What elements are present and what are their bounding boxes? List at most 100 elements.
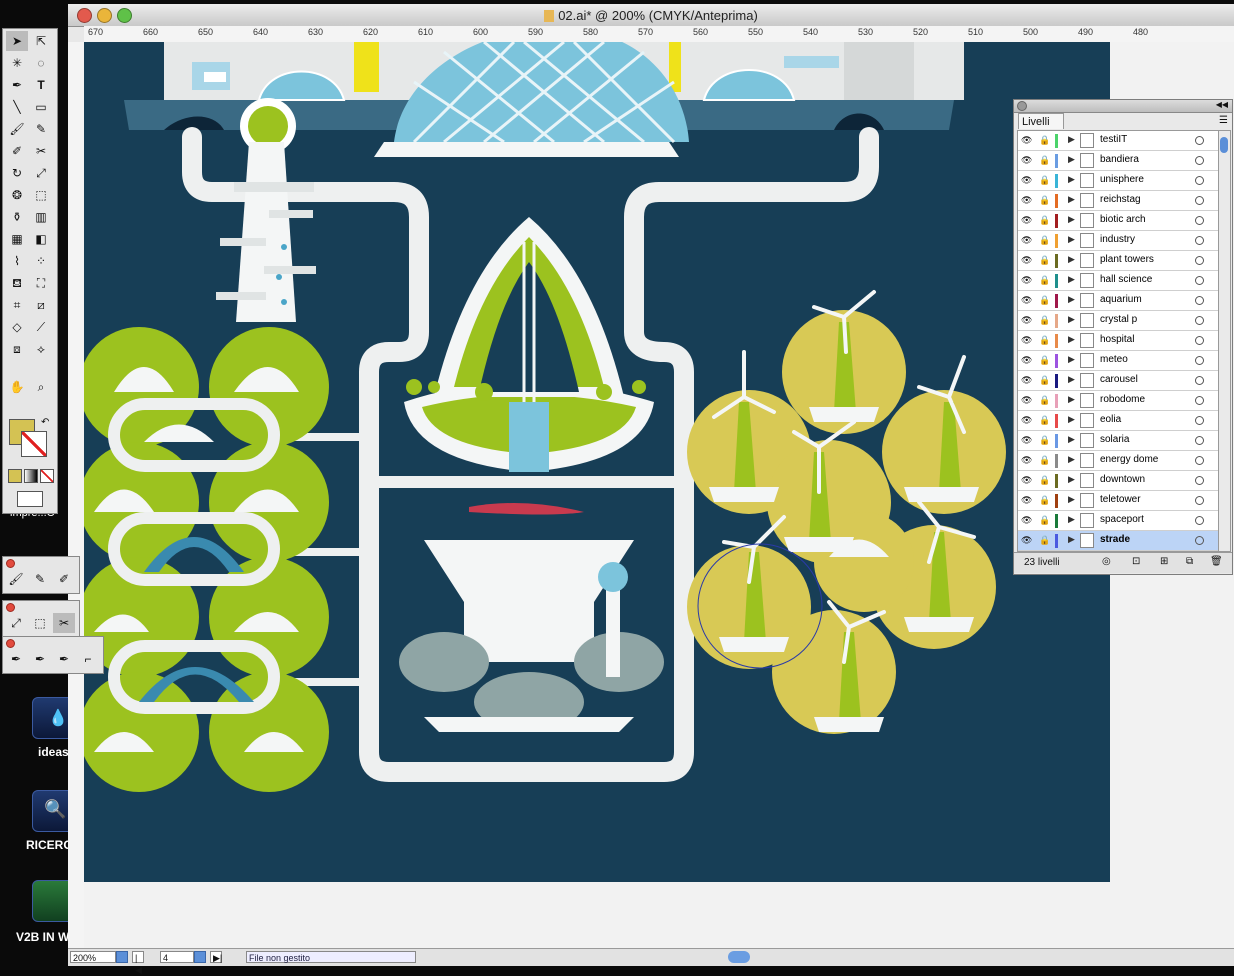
lock-icon[interactable]: 🔒 (1039, 515, 1051, 527)
target-circle-icon[interactable] (1195, 276, 1204, 285)
target-circle-icon[interactable] (1195, 196, 1204, 205)
layer-name[interactable]: energy dome (1100, 454, 1158, 465)
lock-icon[interactable]: 🔒 (1039, 475, 1051, 487)
paintbrush-icon[interactable]: 🖌 (6, 119, 28, 139)
expand-triangle-icon[interactable]: ▶ (1068, 214, 1075, 225)
expand-triangle-icon[interactable]: ▶ (1068, 474, 1075, 485)
lock-icon[interactable]: 🔒 (1039, 495, 1051, 507)
color-mode-button[interactable] (8, 469, 22, 483)
layer-name[interactable]: reichstag (1100, 194, 1141, 205)
target-circle-icon[interactable] (1195, 416, 1204, 425)
layer-row[interactable]: 👁 🔒 ▶ industry (1018, 231, 1218, 251)
visibility-eye-icon[interactable]: 👁 (1021, 316, 1032, 325)
visibility-eye-icon[interactable]: 👁 (1021, 136, 1032, 145)
visibility-eye-icon[interactable]: 👁 (1021, 356, 1032, 365)
visibility-eye-icon[interactable]: 👁 (1021, 336, 1032, 345)
gradient-tool-icon[interactable]: ◧ (30, 229, 52, 249)
layer-row[interactable]: 👁 🔒 ▶ hall science (1018, 271, 1218, 291)
lock-icon[interactable]: 🔒 (1039, 215, 1051, 227)
layer-name[interactable]: carousel (1100, 374, 1138, 385)
layer-row[interactable]: 👁 🔒 ▶ meteo (1018, 351, 1218, 371)
artboard-tool-icon[interactable]: ⧈ (6, 339, 28, 359)
layer-name[interactable]: plant towers (1100, 254, 1154, 265)
collapse-panel-icon[interactable]: ◀◀ (1216, 100, 1228, 109)
crop-area-icon[interactable]: ⌗ (6, 295, 28, 315)
lock-icon[interactable]: 🔒 (1039, 435, 1051, 447)
free-transform-icon[interactable]: ⬚ (30, 185, 52, 205)
lock-icon[interactable]: 🔒 (1039, 275, 1051, 287)
shear-flyout-icon[interactable]: ✂ (53, 613, 75, 633)
visibility-eye-icon[interactable]: 👁 (1021, 196, 1032, 205)
desktop-label-ideas[interactable]: ideas (38, 745, 69, 759)
expand-triangle-icon[interactable]: ▶ (1068, 194, 1075, 205)
target-circle-icon[interactable] (1195, 216, 1204, 225)
gradient-mode-button[interactable] (24, 469, 38, 483)
desktop-label-v2b[interactable]: V2B IN W (16, 930, 69, 944)
live-paint-select-icon[interactable]: ⛶ (30, 273, 52, 293)
rotate-tool-icon[interactable]: ↻ (6, 163, 28, 183)
visibility-eye-icon[interactable]: 👁 (1021, 156, 1032, 165)
layer-name[interactable]: teletower (1100, 494, 1141, 505)
artwork[interactable] (84, 42, 1110, 882)
rectangle-tool-icon[interactable]: ▭ (30, 97, 52, 117)
blend-tool-icon[interactable]: ⁘ (30, 251, 52, 271)
expand-triangle-icon[interactable]: ▶ (1068, 254, 1075, 265)
layer-row[interactable]: 👁 🔒 ▶ plant towers (1018, 251, 1218, 271)
layers-scrollbar[interactable] (1218, 130, 1231, 552)
layer-name[interactable]: eolia (1100, 414, 1121, 425)
layer-row[interactable]: 👁 🔒 ▶ robodome (1018, 391, 1218, 411)
page-field[interactable]: 4 (160, 951, 194, 963)
slice-select-icon[interactable]: ⟡ (30, 339, 52, 359)
type-tool-icon[interactable]: T (30, 75, 52, 95)
eraser-icon[interactable]: ◇ (6, 317, 28, 337)
layer-name[interactable]: industry (1100, 234, 1135, 245)
lock-icon[interactable]: 🔒 (1039, 295, 1051, 307)
direct-selection-tool-icon[interactable]: ⇱ (30, 31, 52, 51)
expand-triangle-icon[interactable]: ▶ (1068, 334, 1075, 345)
blob-brush-icon[interactable]: ✐ (6, 141, 28, 161)
layer-name[interactable]: solaria (1100, 434, 1129, 445)
target-circle-icon[interactable] (1195, 356, 1204, 365)
close-panel-icon[interactable] (1017, 101, 1027, 111)
target-circle-icon[interactable] (1195, 336, 1204, 345)
layer-row[interactable]: 👁 🔒 ▶ testiIT (1018, 131, 1218, 151)
target-circle-icon[interactable] (1195, 536, 1204, 545)
close-flyout-icon[interactable] (6, 639, 15, 648)
lock-icon[interactable]: 🔒 (1039, 235, 1051, 247)
lock-icon[interactable]: 🔒 (1039, 155, 1051, 167)
layer-row[interactable]: 👁 🔒 ▶ solaria (1018, 431, 1218, 451)
warp-tool-icon[interactable]: ❂ (6, 185, 28, 205)
selection-tool-icon[interactable]: ➤ (6, 31, 28, 51)
smooth-flyout-icon[interactable]: ✐ (53, 569, 75, 589)
graph-tool-icon[interactable]: ▥ (30, 207, 52, 227)
layer-name[interactable]: unisphere (1100, 174, 1144, 185)
visibility-eye-icon[interactable]: 👁 (1021, 496, 1032, 505)
scale-tool-icon[interactable]: ⤢ (30, 163, 52, 183)
close-flyout-icon[interactable] (6, 559, 15, 568)
pencil-flyout-icon[interactable]: ✎ (29, 569, 51, 589)
target-circle-icon[interactable] (1195, 376, 1204, 385)
hand-tool-icon[interactable]: ✋ (6, 377, 28, 397)
layer-name[interactable]: strade (1100, 534, 1130, 545)
new-sublayer-icon[interactable]: ⊞ (1160, 556, 1168, 567)
close-flyout-icon[interactable] (6, 603, 15, 612)
scissors-icon[interactable]: ✂ (30, 141, 52, 161)
layer-name[interactable]: hall science (1100, 274, 1152, 285)
visibility-eye-icon[interactable]: 👁 (1021, 396, 1032, 405)
expand-triangle-icon[interactable]: ▶ (1068, 534, 1075, 545)
lock-icon[interactable]: 🔒 (1039, 395, 1051, 407)
expand-triangle-icon[interactable]: ▶ (1068, 174, 1075, 185)
target-circle-icon[interactable] (1195, 176, 1204, 185)
tab-layers[interactable]: Livelli (1018, 113, 1064, 129)
add-anchor-icon[interactable]: ✒ (29, 649, 51, 669)
target-circle-icon[interactable] (1195, 236, 1204, 245)
zoom-dropdown-icon[interactable] (116, 951, 128, 963)
target-circle-icon[interactable] (1195, 136, 1204, 145)
knife-icon[interactable]: ⟋ (30, 317, 52, 337)
lock-icon[interactable]: 🔒 (1039, 535, 1051, 547)
new-layer-icon[interactable]: ⧉ (1186, 556, 1193, 567)
target-circle-icon[interactable] (1195, 296, 1204, 305)
layer-name[interactable]: crystal p (1100, 314, 1137, 325)
lock-icon[interactable]: 🔒 (1039, 335, 1051, 347)
none-mode-button[interactable] (40, 469, 54, 483)
